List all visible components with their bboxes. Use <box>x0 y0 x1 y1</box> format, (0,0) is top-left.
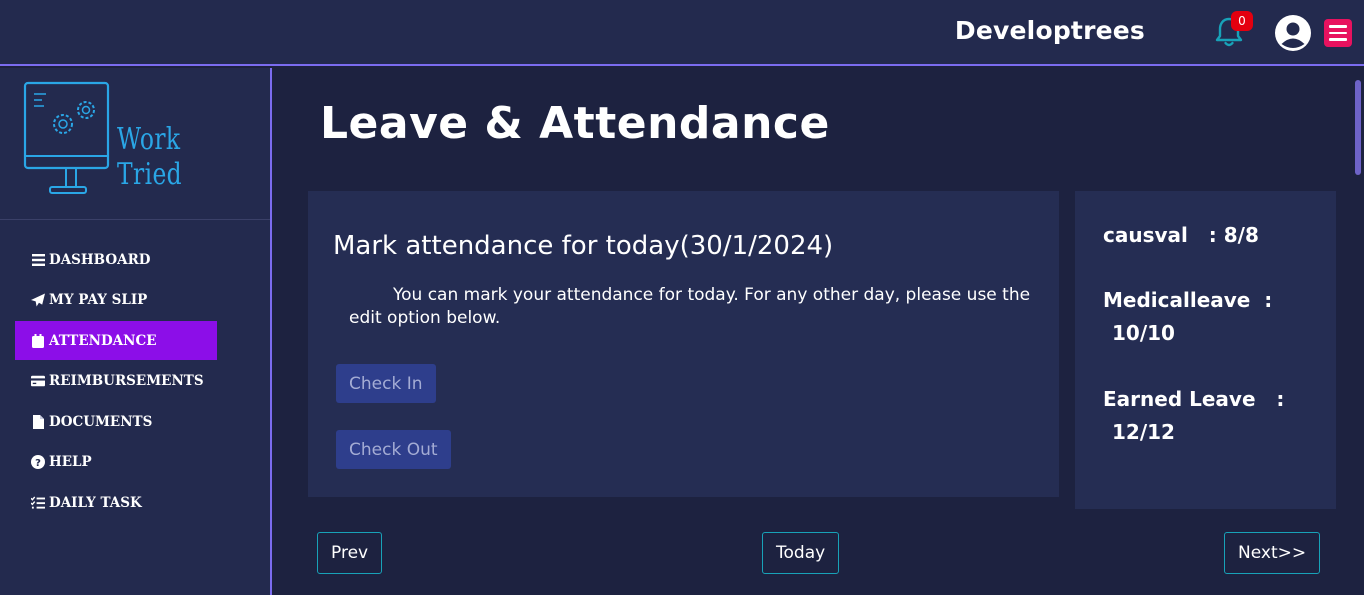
calendar-icon <box>31 333 45 348</box>
leave-causval-label: causval : <box>1103 223 1217 247</box>
prev-button[interactable]: Prev <box>317 532 383 574</box>
check-in-button[interactable]: Check In <box>336 364 436 403</box>
sidebar-item-dashboard[interactable]: DASHBOARD <box>15 240 217 279</box>
hamburger-menu-icon[interactable] <box>1324 19 1352 47</box>
paper-plane-icon <box>31 293 45 307</box>
sidebar-item-reimbursements[interactable]: REIMBURSEMENTS <box>15 362 217 401</box>
task-list-icon <box>31 496 45 510</box>
bars-icon <box>31 253 45 267</box>
sidebar-item-my-pay-slip[interactable]: MY PAY SLIP <box>15 281 217 320</box>
attendance-description: You can mark your attendance for today. … <box>349 285 1031 328</box>
leave-causval: causval : 8/8 <box>1103 219 1259 252</box>
scrollbar[interactable] <box>1353 68 1364 595</box>
file-icon <box>31 414 45 429</box>
leave-medical: Medicalleave : 10/10 <box>1103 284 1272 350</box>
sidebar-item-label: HELP <box>49 454 92 470</box>
logo[interactable]: Work Tried <box>0 68 270 220</box>
sidebar-item-attendance[interactable]: ATTENDANCE <box>15 321 217 360</box>
check-out-button[interactable]: Check Out <box>336 430 451 469</box>
question-circle-icon: ? <box>31 455 45 469</box>
logo-text: Work Tried <box>117 122 183 192</box>
credit-card-icon <box>31 374 45 388</box>
sidebar-item-label: DASHBOARD <box>49 251 151 268</box>
sidebar-item-daily-task[interactable]: DAILY TASK <box>15 483 217 522</box>
sidebar-item-documents[interactable]: DOCUMENTS <box>15 402 217 441</box>
leave-earned-label: Earned Leave : <box>1103 387 1285 411</box>
leave-medical-label: Medicalleave : <box>1103 288 1273 312</box>
top-bar: Developtrees 0 <box>0 0 1364 66</box>
page-title: Leave & Attendance <box>320 98 830 149</box>
main-content: Leave & Attendance Mark attendance for t… <box>273 68 1353 595</box>
sidebar: Work Tried DASHBOARD MY PAY SLIP ATTENDA… <box>0 68 272 595</box>
scrollbar-thumb[interactable] <box>1355 80 1361 175</box>
notification-badge: 0 <box>1231 11 1253 31</box>
leave-medical-value: 10/10 <box>1112 321 1175 345</box>
today-button[interactable]: Today <box>762 532 840 574</box>
leave-earned: Earned Leave : 12/12 <box>1103 383 1284 449</box>
attendance-heading: Mark attendance for today(30/1/2024) <box>333 231 834 261</box>
computer-gear-logo-icon <box>23 81 110 194</box>
leave-balance-card: causval : 8/8 Medicalleave : 10/10 Earne… <box>1075 191 1336 509</box>
user-circle-icon[interactable] <box>1274 14 1312 52</box>
brand-name: Developtrees <box>954 16 1145 45</box>
sidebar-item-label: REIMBURSEMENTS <box>49 373 204 389</box>
sidebar-item-label: ATTENDANCE <box>49 332 157 349</box>
sidebar-item-label: MY PAY SLIP <box>49 292 148 308</box>
next-button[interactable]: Next>> <box>1224 532 1321 574</box>
sidebar-item-help[interactable]: ? HELP <box>15 443 217 482</box>
leave-causval-value: 8/8 <box>1223 223 1259 247</box>
sidebar-nav: DASHBOARD MY PAY SLIP ATTENDANCE REIMBUR… <box>15 240 255 524</box>
sidebar-item-label: DAILY TASK <box>49 494 142 511</box>
sidebar-item-label: DOCUMENTS <box>49 413 153 430</box>
svg-text:?: ? <box>35 458 41 469</box>
attendance-card: Mark attendance for today(30/1/2024) You… <box>308 191 1059 497</box>
leave-earned-value: 12/12 <box>1112 420 1175 444</box>
